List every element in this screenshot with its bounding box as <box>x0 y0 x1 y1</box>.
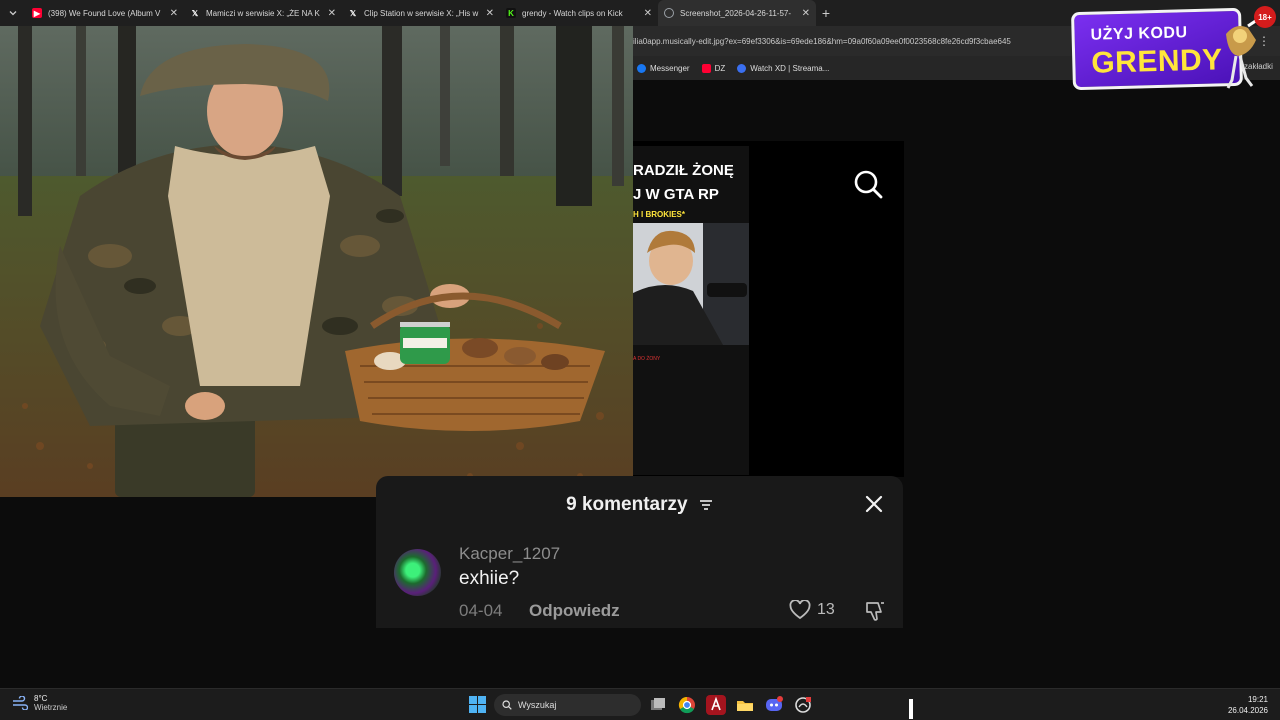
thumbnail-title-line2: J W GTA RP <box>633 186 719 203</box>
tab-title: Screenshot_2026-04-26-11-57- <box>680 8 792 18</box>
bookmark-watchxd[interactable]: Watch XD | Streama... <box>737 63 830 73</box>
thumbnail-subtitle: H I BROKIES* <box>633 210 686 219</box>
watchxd-icon <box>737 63 747 73</box>
comment-date: 04-04 <box>459 601 503 620</box>
video-thumbnail[interactable]: RADZIŁ ŻONĘ J W GTA RP H I BROKIES* A DO… <box>633 146 749 475</box>
sort-filter-icon[interactable] <box>699 499 713 511</box>
close-icon[interactable] <box>864 494 884 514</box>
youtube-icon <box>701 63 711 73</box>
reply-button[interactable]: Odpowiedz <box>529 601 620 621</box>
browser-tab[interactable]: 𝕏 Mamiczi w serwisie X: „ŻE NA K ✕ <box>184 0 342 26</box>
task-view-icon[interactable] <box>648 695 668 715</box>
bookmark-messenger[interactable]: Messenger <box>637 63 690 73</box>
like-button[interactable]: 13 <box>789 600 835 620</box>
close-tab-icon[interactable]: ✕ <box>486 8 494 19</box>
avatar[interactable] <box>394 549 441 596</box>
windows-start-icon[interactable] <box>469 696 486 713</box>
tab-title: (398) We Found Love (Album V <box>48 8 161 18</box>
new-tab-button[interactable]: + <box>816 5 836 21</box>
browser-tab[interactable]: ▶ (398) We Found Love (Album V ✕ <box>26 0 184 26</box>
bookmark-dz[interactable]: DZ <box>701 63 726 73</box>
browser-tab[interactable]: 𝕏 Clip Station w serwisie X: „His w ✕ <box>342 0 500 26</box>
comments-count-title: 9 komentarzy <box>566 494 688 515</box>
dislike-icon[interactable] <box>864 600 886 622</box>
acrobat-icon[interactable] <box>706 695 726 715</box>
x-icon: 𝕏 <box>349 8 357 18</box>
chrome-icon[interactable] <box>677 695 697 715</box>
close-tab-icon[interactable]: ✕ <box>644 8 652 19</box>
wind-icon <box>13 696 28 710</box>
search-icon[interactable] <box>853 169 883 199</box>
taskbar-search-box[interactable]: Wyszukaj <box>494 694 641 716</box>
bookmark-label: Watch XD | Streama... <box>750 63 830 73</box>
clock-date: 26.04.2026 <box>1227 706 1268 715</box>
comment-username[interactable]: Kacper_1207 <box>459 544 560 564</box>
file-explorer-icon[interactable] <box>735 695 755 715</box>
search-placeholder: Wyszukaj <box>518 700 557 710</box>
globe-icon <box>664 8 674 18</box>
thumbnail-title-line1: RADZIŁ ŻONĘ <box>633 162 734 179</box>
clock-time: 19:21 <box>1247 695 1268 704</box>
mascot-figure-icon <box>1226 16 1261 89</box>
tab-title: Mamiczi w serwisie X: „ŻE NA K <box>206 8 320 18</box>
discord-icon[interactable] <box>764 695 784 715</box>
tab-title: grendy - Watch clips on Kick <box>522 8 623 18</box>
age-rating-badge: 18+ <box>1254 6 1276 28</box>
close-tab-icon[interactable]: ✕ <box>328 8 336 19</box>
tab-search-menu-button[interactable] <box>0 0 26 26</box>
man-with-mushroom-basket-photo <box>0 26 633 497</box>
like-count: 13 <box>817 601 835 618</box>
app-icon[interactable] <box>793 695 813 715</box>
browser-tab[interactable]: K grendy - Watch clips on Kick ✕ <box>500 0 658 26</box>
close-tab-icon[interactable]: ✕ <box>802 8 810 19</box>
thumbnail-person-in-car-image <box>633 223 749 345</box>
promo-line2: GRENDY <box>1090 43 1224 80</box>
comments-header: 9 komentarzy <box>376 494 903 516</box>
bookmark-label: DZ <box>714 63 726 73</box>
comments-panel: 9 komentarzy Kacper_1207 exhiie? 04-04 O… <box>376 476 903 628</box>
bookmark-label: Messenger <box>650 63 690 73</box>
screen: ▶ (398) We Found Love (Album V ✕ 𝕏 Mamic… <box>0 0 1280 720</box>
weather-temperature: 8°C <box>34 694 48 703</box>
messenger-icon <box>637 63 646 73</box>
tab-title: Clip Station w serwisie X: „His w <box>364 8 479 18</box>
chevron-down-icon <box>9 11 17 16</box>
weather-widget[interactable]: 8°C Wietrznie <box>12 694 67 712</box>
youtube-icon: ▶ <box>32 8 42 18</box>
browser-tab-active[interactable]: Screenshot_2026-04-26-11-57- ✕ <box>658 0 816 26</box>
system-clock[interactable]: 19:21 26.04.2026 <box>1224 694 1268 716</box>
weather-condition: Wietrznie <box>34 703 68 712</box>
kick-icon: K <box>506 8 516 18</box>
windows-taskbar: 8°C Wietrznie Wyszukaj 19:21 26.04.2026 <box>0 688 1280 720</box>
search-icon <box>502 700 512 710</box>
heart-icon <box>789 600 811 620</box>
address-url[interactable]: ilia0app.musically-edit.jpg?ex=69ef3306&… <box>633 37 1073 46</box>
x-icon: 𝕏 <box>191 8 199 18</box>
thumbnail-small-caption: A DO ŻONY <box>633 356 661 362</box>
comment-text: exhiie? <box>459 568 520 589</box>
promo-line1: UŻYJ KODU <box>1090 24 1188 44</box>
close-tab-icon[interactable]: ✕ <box>170 8 178 19</box>
text-cursor <box>909 699 913 719</box>
